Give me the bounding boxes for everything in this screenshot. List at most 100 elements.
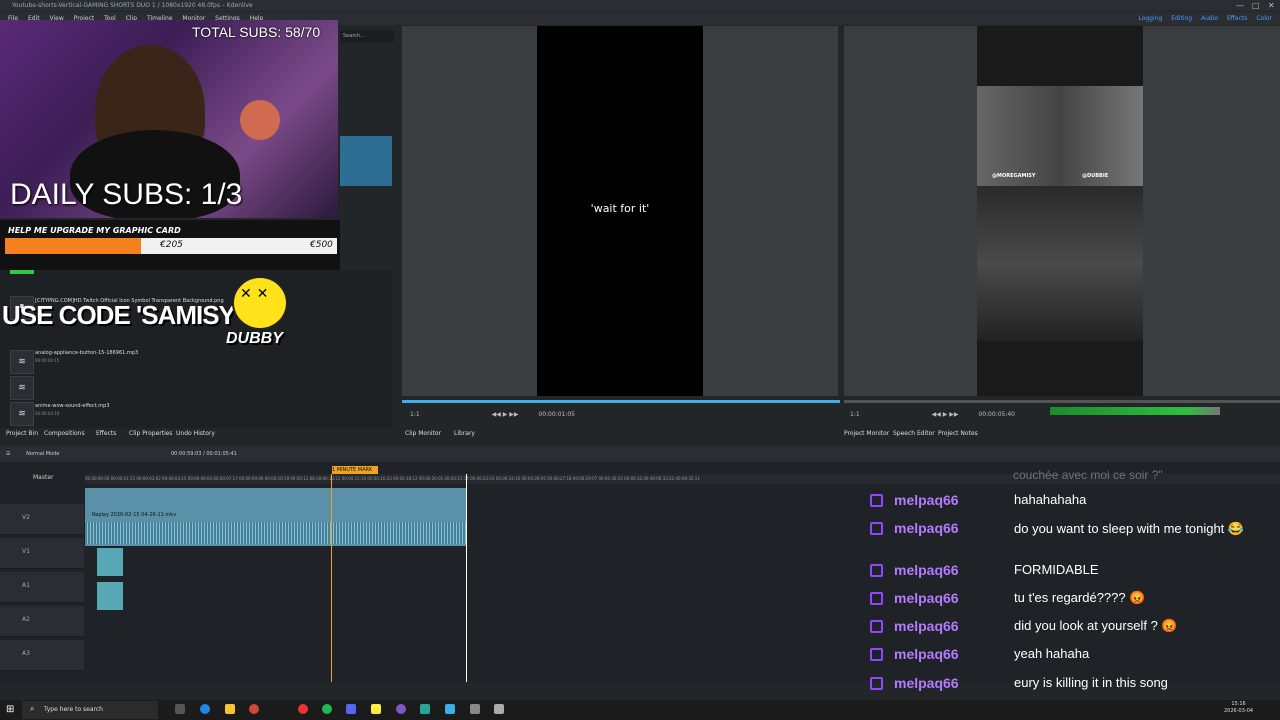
- tab-project-notes[interactable]: Project Notes: [938, 430, 978, 437]
- chat-text: eury is killing it in this song: [1014, 675, 1168, 690]
- tab-project-monitor[interactable]: Project Monitor: [844, 430, 889, 437]
- spotify-icon[interactable]: [322, 704, 332, 714]
- mascot-name: DUBBY: [226, 330, 283, 347]
- smiley-face-icon: ✕ ✕: [240, 286, 269, 302]
- chat-message: melpaq66 did you look at yourself ? 😡: [870, 618, 1280, 638]
- project-monitor-controls: 1:1 ◀◀ ▶ ▶▶ 00:00:05:40: [850, 408, 1015, 422]
- edit-mode-select[interactable]: Normal Mode: [26, 451, 59, 457]
- chat-text: hahahahaha: [1014, 492, 1087, 507]
- edge-icon[interactable]: [200, 704, 210, 714]
- clip-timecode[interactable]: 00:00:01:05: [538, 411, 575, 418]
- obs-icon[interactable]: [249, 704, 259, 714]
- clip-label: Replay 2026-02-15 04-26-11.mkv: [92, 512, 177, 518]
- play-icon[interactable]: ◀◀ ▶ ▶▶: [932, 411, 959, 418]
- bin-file-duration: 00:00:00:15: [35, 358, 60, 363]
- chat-username: melpaq66: [894, 520, 959, 536]
- discord-icon[interactable]: [346, 704, 356, 714]
- workspace-color[interactable]: Color: [1256, 15, 1272, 22]
- maximize-button[interactable]: □: [1252, 0, 1260, 11]
- gameplay-image: [977, 186, 1143, 341]
- project-monitor-ruler[interactable]: [844, 400, 1280, 403]
- workspace-logging[interactable]: Logging: [1138, 15, 1162, 22]
- timeline-clip[interactable]: [97, 582, 123, 610]
- notes-icon[interactable]: [371, 704, 381, 714]
- bin-search-input[interactable]: Search...: [340, 30, 394, 42]
- tab-compositions[interactable]: Compositions: [44, 430, 85, 437]
- timeline-marker[interactable]: 1 MINUTE MARK: [332, 466, 378, 474]
- clip-monitor-controls: 1:1 ◀◀ ▶ ▶▶ 00:00:01:05: [410, 408, 575, 422]
- workspace-editing[interactable]: Editing: [1171, 15, 1192, 22]
- menu-icon[interactable]: ☰: [6, 451, 10, 457]
- tab-project-bin[interactable]: Project Bin: [6, 430, 38, 437]
- bin-file-name[interactable]: analog-appliance-button-15-186961.mp3: [35, 350, 138, 356]
- chat-message: melpaq66 FORMIDABLE: [870, 562, 1280, 582]
- master-track-label[interactable]: Master: [33, 474, 54, 481]
- clip-monitor-ruler[interactable]: [402, 400, 840, 403]
- playhead[interactable]: [466, 474, 467, 682]
- chat-text: did you look at yourself ? 😡: [1014, 618, 1178, 633]
- audio-waveform: [85, 522, 466, 544]
- tab-clip-monitor[interactable]: Clip Monitor: [405, 430, 441, 437]
- track-header[interactable]: A1: [0, 572, 84, 603]
- audio-thumbnail[interactable]: ≋: [10, 376, 34, 400]
- twitch-icon: [870, 592, 883, 605]
- workspace-switcher: Logging Editing Audio Effects Color: [1131, 12, 1272, 25]
- twitch-icon: [870, 620, 883, 633]
- app-icon[interactable]: [420, 704, 430, 714]
- chat-text: FORMIDABLE: [1014, 562, 1099, 577]
- workspace-audio[interactable]: Audio: [1201, 15, 1218, 22]
- project-timecode[interactable]: 00:00:05:40: [978, 411, 1015, 418]
- goal-current-amount: €205: [160, 240, 183, 250]
- tab-undo-history[interactable]: Undo History: [176, 430, 215, 437]
- facecam-image: [977, 86, 1143, 186]
- audio-level-meter: [1050, 407, 1220, 415]
- track-header[interactable]: V2: [0, 504, 84, 535]
- twitch-icon: [870, 648, 883, 661]
- track-header[interactable]: A3: [0, 640, 84, 671]
- zoom-select[interactable]: 1:1: [850, 411, 860, 418]
- file-explorer-icon[interactable]: [225, 704, 235, 714]
- tab-speech-editor[interactable]: Speech Editor: [893, 430, 935, 437]
- taskbar-search[interactable]: Type here to search: [22, 701, 158, 719]
- wall-decor: [240, 100, 280, 140]
- timeline-clip[interactable]: [97, 548, 123, 576]
- goal-max-amount: €500: [310, 240, 333, 250]
- audio-thumbnail[interactable]: ≋: [10, 350, 34, 374]
- clock-time: 15:16: [1231, 701, 1246, 707]
- minimize-button[interactable]: —: [1236, 0, 1244, 11]
- app-icon[interactable]: [396, 704, 406, 714]
- taskbar-clock[interactable]: 15:16 2026-03-04: [1224, 701, 1253, 715]
- chat-message: melpaq66 eury is killing it in this song: [870, 675, 1280, 695]
- smiley-mascot-icon: [232, 276, 288, 330]
- track-header[interactable]: A2: [0, 606, 84, 637]
- daily-subs-counter: DAILY SUBS: 1/3: [10, 178, 243, 211]
- kdenlive-icon[interactable]: [445, 704, 455, 714]
- tab-effects[interactable]: Effects: [96, 430, 116, 437]
- track-header[interactable]: V1: [0, 538, 84, 569]
- app-icon[interactable]: [494, 704, 504, 714]
- twitch-icon: [870, 564, 883, 577]
- settings-icon[interactable]: [470, 704, 480, 714]
- marker-line: [331, 474, 332, 682]
- close-button[interactable]: ✕: [1268, 0, 1275, 11]
- task-view-icon[interactable]: [175, 704, 185, 714]
- level-indicator: [10, 270, 34, 274]
- bin-selected-item[interactable]: [340, 136, 392, 186]
- play-icon[interactable]: ◀◀ ▶ ▶▶: [492, 411, 519, 418]
- chat-text: yeah hahaha: [1014, 646, 1090, 661]
- chat-message: melpaq66 do you want to sleep with me to…: [870, 520, 1280, 540]
- chat-text: tu t'es regardé???? 😡: [1014, 590, 1146, 605]
- goal-title: HELP ME UPGRADE MY GRAPHIC CARD: [8, 226, 181, 235]
- goal-progress-fill: [5, 238, 142, 254]
- cam-tag: @MOREGAMISY: [992, 173, 1036, 179]
- chrome-icon[interactable]: [298, 704, 308, 714]
- tab-clip-properties[interactable]: Clip Properties: [129, 430, 173, 437]
- windows-start-icon[interactable]: ⊞: [6, 704, 14, 715]
- search-icon: ⌕: [30, 704, 35, 713]
- bin-file-name[interactable]: anime-wow-sound-effect.mp3: [35, 403, 110, 409]
- zoom-select[interactable]: 1:1: [410, 411, 420, 418]
- twitch-icon: [870, 494, 883, 507]
- audio-thumbnail[interactable]: ≋: [10, 402, 34, 426]
- tab-library[interactable]: Library: [454, 430, 475, 437]
- workspace-effects[interactable]: Effects: [1227, 15, 1247, 22]
